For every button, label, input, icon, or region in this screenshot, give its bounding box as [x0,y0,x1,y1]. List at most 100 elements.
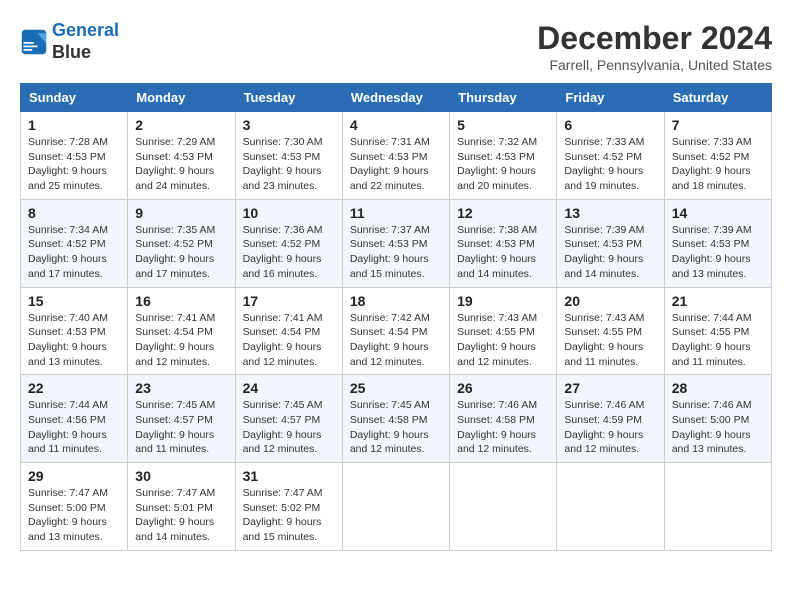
calendar-day-cell: 12 Sunrise: 7:38 AMSunset: 4:53 PMDayligh… [450,199,557,287]
calendar-week-row: 15 Sunrise: 7:40 AMSunset: 4:53 PMDayligh… [21,287,772,375]
day-number: 21 [672,293,764,309]
logo-line1: General [52,20,119,40]
day-number: 4 [350,117,442,133]
day-info: Sunrise: 7:40 AMSunset: 4:53 PMDaylight:… [28,311,120,370]
weekday-header-monday: Monday [128,84,235,112]
day-info: Sunrise: 7:33 AMSunset: 4:52 PMDaylight:… [564,135,656,194]
day-number: 2 [135,117,227,133]
calendar-day-cell: 16Sunrise: 7:41 AMSunset: 4:54 PMDayligh… [128,287,235,375]
calendar-day-cell: 6 Sunrise: 7:33 AMSunset: 4:52 PMDaylight… [557,112,664,200]
day-number: 20 [564,293,656,309]
weekday-header-friday: Friday [557,84,664,112]
day-number: 6 [564,117,656,133]
day-number: 28 [672,380,764,396]
calendar-day-cell: 11Sunrise: 7:37 AMSunset: 4:53 PMDayligh… [342,199,449,287]
day-number: 24 [243,380,335,396]
calendar-day-cell: 25Sunrise: 7:45 AMSunset: 4:58 PMDayligh… [342,375,449,463]
day-number: 19 [457,293,549,309]
title-area: December 2024 Farrell, Pennsylvania, Uni… [537,20,772,73]
day-number: 25 [350,380,442,396]
day-info: Sunrise: 7:43 AMSunset: 4:55 PMDaylight:… [564,311,656,370]
day-info: Sunrise: 7:46 AMSunset: 4:59 PMDaylight:… [564,398,656,457]
calendar-week-row: 22 Sunrise: 7:44 AMSunset: 4:56 PMDayligh… [21,375,772,463]
day-info: Sunrise: 7:46 AMSunset: 4:58 PMDaylight:… [457,398,549,457]
weekday-header-tuesday: Tuesday [235,84,342,112]
day-info: Sunrise: 7:45 AMSunset: 4:57 PMDaylight:… [243,398,335,457]
day-info: Sunrise: 7:44 AMSunset: 4:55 PMDaylight:… [672,311,764,370]
weekday-header-sunday: Sunday [21,84,128,112]
day-info: Sunrise: 7:39 AMSunset: 4:53 PMDaylight:… [672,223,764,282]
calendar-day-cell: 28 Sunrise: 7:46 AMSunset: 5:00 PMDayligh… [664,375,771,463]
day-info: Sunrise: 7:29 AMSunset: 4:53 PMDaylight:… [135,135,227,194]
calendar-day-cell: 5Sunrise: 7:32 AMSunset: 4:53 PMDaylight… [450,112,557,200]
calendar-day-cell: 3 Sunrise: 7:30 AMSunset: 4:53 PMDaylight… [235,112,342,200]
calendar-day-cell: 24 Sunrise: 7:45 AMSunset: 4:57 PMDayligh… [235,375,342,463]
logo: General Blue [20,20,119,63]
day-info: Sunrise: 7:35 AMSunset: 4:52 PMDaylight:… [135,223,227,282]
day-number: 16 [135,293,227,309]
day-info: Sunrise: 7:39 AMSunset: 4:53 PMDaylight:… [564,223,656,282]
calendar-day-cell: 18Sunrise: 7:42 AMSunset: 4:54 PMDayligh… [342,287,449,375]
weekday-header-row: SundayMondayTuesdayWednesdayThursdayFrid… [21,84,772,112]
calendar-week-row: 8 Sunrise: 7:34 AMSunset: 4:52 PMDaylight… [21,199,772,287]
calendar-day-cell: 8 Sunrise: 7:34 AMSunset: 4:52 PMDaylight… [21,199,128,287]
day-number: 30 [135,468,227,484]
day-number: 9 [135,205,227,221]
calendar-day-cell: 27Sunrise: 7:46 AMSunset: 4:59 PMDayligh… [557,375,664,463]
day-number: 17 [243,293,335,309]
calendar-day-cell: 29 Sunrise: 7:47 AMSunset: 5:00 PMDayligh… [21,463,128,551]
day-info: Sunrise: 7:46 AMSunset: 5:00 PMDaylight:… [672,398,764,457]
day-number: 31 [243,468,335,484]
logo-line2: Blue [52,42,119,64]
day-number: 22 [28,380,120,396]
day-number: 15 [28,293,120,309]
day-info: Sunrise: 7:28 AMSunset: 4:53 PMDaylight:… [28,135,120,194]
calendar-day-cell: 13 Sunrise: 7:39 AMSunset: 4:53 PMDayligh… [557,199,664,287]
day-number: 12 [457,205,549,221]
empty-day-cell [557,463,664,551]
month-title: December 2024 [537,20,772,57]
calendar-day-cell: 31Sunrise: 7:47 AMSunset: 5:02 PMDayligh… [235,463,342,551]
calendar-day-cell: 7Sunrise: 7:33 AMSunset: 4:52 PMDaylight… [664,112,771,200]
logo-text: General Blue [52,20,119,63]
weekday-header-saturday: Saturday [664,84,771,112]
calendar-day-cell: 20 Sunrise: 7:43 AMSunset: 4:55 PMDayligh… [557,287,664,375]
calendar-week-row: 1 Sunrise: 7:28 AMSunset: 4:53 PMDaylight… [21,112,772,200]
day-info: Sunrise: 7:32 AMSunset: 4:53 PMDaylight:… [457,135,549,194]
calendar-week-row: 29 Sunrise: 7:47 AMSunset: 5:00 PMDayligh… [21,463,772,551]
empty-day-cell [342,463,449,551]
logo-icon [20,28,48,56]
day-number: 3 [243,117,335,133]
day-number: 13 [564,205,656,221]
day-info: Sunrise: 7:47 AMSunset: 5:01 PMDaylight:… [135,486,227,545]
day-number: 7 [672,117,764,133]
day-info: Sunrise: 7:37 AMSunset: 4:53 PMDaylight:… [350,223,442,282]
calendar-day-cell: 19 Sunrise: 7:43 AMSunset: 4:55 PMDayligh… [450,287,557,375]
calendar-day-cell: 4 Sunrise: 7:31 AMSunset: 4:53 PMDaylight… [342,112,449,200]
day-info: Sunrise: 7:43 AMSunset: 4:55 PMDaylight:… [457,311,549,370]
day-number: 8 [28,205,120,221]
day-info: Sunrise: 7:31 AMSunset: 4:53 PMDaylight:… [350,135,442,194]
day-number: 29 [28,468,120,484]
day-number: 23 [135,380,227,396]
calendar-table: SundayMondayTuesdayWednesdayThursdayFrid… [20,83,772,551]
header-area: General Blue December 2024 Farrell, Penn… [20,20,772,73]
empty-day-cell [664,463,771,551]
day-info: Sunrise: 7:45 AMSunset: 4:57 PMDaylight:… [135,398,227,457]
day-number: 26 [457,380,549,396]
calendar-day-cell: 17 Sunrise: 7:41 AMSunset: 4:54 PMDayligh… [235,287,342,375]
day-info: Sunrise: 7:34 AMSunset: 4:52 PMDaylight:… [28,223,120,282]
empty-day-cell [450,463,557,551]
calendar-day-cell: 30 Sunrise: 7:47 AMSunset: 5:01 PMDayligh… [128,463,235,551]
page-container: General Blue December 2024 Farrell, Penn… [20,20,772,551]
day-info: Sunrise: 7:38 AMSunset: 4:53 PMDaylight:… [457,223,549,282]
location-title: Farrell, Pennsylvania, United States [537,57,772,73]
day-info: Sunrise: 7:44 AMSunset: 4:56 PMDaylight:… [28,398,120,457]
day-info: Sunrise: 7:47 AMSunset: 5:00 PMDaylight:… [28,486,120,545]
day-info: Sunrise: 7:41 AMSunset: 4:54 PMDaylight:… [243,311,335,370]
day-number: 14 [672,205,764,221]
day-info: Sunrise: 7:30 AMSunset: 4:53 PMDaylight:… [243,135,335,194]
weekday-header-wednesday: Wednesday [342,84,449,112]
day-info: Sunrise: 7:36 AMSunset: 4:52 PMDaylight:… [243,223,335,282]
day-number: 1 [28,117,120,133]
